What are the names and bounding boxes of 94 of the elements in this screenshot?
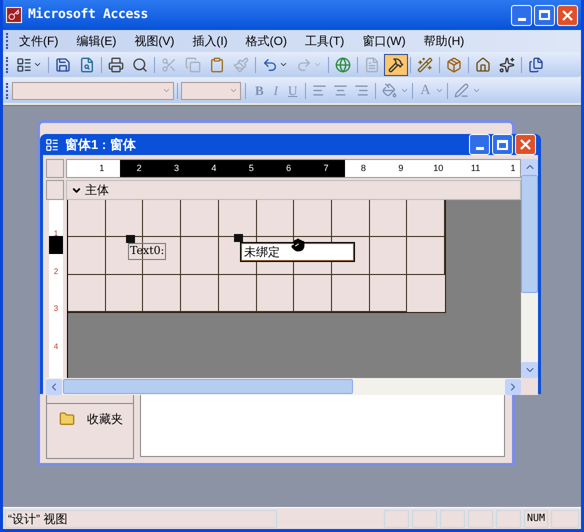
font-dropdown[interactable] xyxy=(181,82,241,100)
close-icon xyxy=(562,10,573,20)
copy-icon xyxy=(185,56,201,72)
status-panel xyxy=(440,510,465,528)
section-title: 主体 xyxy=(85,182,109,199)
save-icon xyxy=(55,56,71,72)
form-icon xyxy=(45,138,59,152)
status-panel xyxy=(384,510,409,528)
minimize-button[interactable] xyxy=(469,134,490,155)
menu-item[interactable]: 视图(V) xyxy=(127,32,182,50)
horizontal-scrollbar[interactable] xyxy=(46,378,521,395)
globe-icon xyxy=(335,56,351,72)
status-panel xyxy=(496,510,521,528)
ruler-number: 3 xyxy=(158,160,196,177)
num-lock-indicator: NUM xyxy=(524,510,548,528)
menu-item[interactable]: 帮助(H) xyxy=(416,32,472,50)
ruler-number: 5 xyxy=(232,160,270,177)
menu-item[interactable]: 窗口(W) xyxy=(355,32,413,50)
view-icon xyxy=(16,56,32,72)
wand-icon xyxy=(417,56,433,72)
hand-cursor-icon xyxy=(291,238,305,252)
maximize-button[interactable] xyxy=(534,4,555,26)
caret-icon xyxy=(162,86,171,95)
pen-icon[interactable] xyxy=(454,83,469,98)
status-panel xyxy=(551,510,579,528)
maximize-button[interactable] xyxy=(492,134,513,155)
text-box[interactable]: 未绑定 xyxy=(241,243,354,261)
ruler-number: 1 xyxy=(54,228,58,240)
ruler-number: 4 xyxy=(195,160,233,177)
close-button[interactable] xyxy=(557,4,578,26)
ruler-number: 8 xyxy=(360,162,367,175)
ruler-number: 4 xyxy=(54,340,58,352)
ruler-number: 6 xyxy=(270,160,308,177)
toolbar-grip[interactable] xyxy=(6,82,9,98)
nav-item[interactable]: 收藏夹 xyxy=(87,410,123,428)
status-panel xyxy=(468,510,493,528)
align-right-icon[interactable] xyxy=(354,83,370,98)
ruler-number: 9 xyxy=(397,162,404,175)
ruler-corner xyxy=(46,180,64,200)
ruler-number: 2 xyxy=(120,160,158,177)
brush-icon xyxy=(233,56,249,72)
minimize-button[interactable] xyxy=(511,4,532,26)
paint-bucket-icon[interactable] xyxy=(382,83,398,98)
caret-icon[interactable] xyxy=(472,86,481,95)
menu-item[interactable]: 格式(O) xyxy=(238,32,294,50)
key-icon xyxy=(6,7,22,23)
caret-icon[interactable] xyxy=(434,86,444,95)
ruler-number: 2 xyxy=(54,266,58,278)
align-center-icon[interactable] xyxy=(333,83,348,98)
toolbar-grip[interactable] xyxy=(6,56,9,72)
toolbar-grip[interactable] xyxy=(6,33,9,49)
document-icon xyxy=(364,56,380,72)
close-button[interactable] xyxy=(515,134,536,155)
undo-icon xyxy=(262,56,278,72)
ruler-number: 10 xyxy=(432,162,444,175)
ruler-number: 7 xyxy=(307,160,345,177)
close-icon xyxy=(520,139,531,150)
scroll-thumb[interactable] xyxy=(63,379,353,394)
ruler-number: 3 xyxy=(54,303,58,315)
move-handle[interactable] xyxy=(234,234,243,242)
status-panel xyxy=(412,510,437,528)
window-title: 窗体1 : 窗体 xyxy=(65,136,136,154)
printer-icon xyxy=(108,56,124,72)
caret-icon xyxy=(313,60,322,69)
status-text: “设计” 视图 xyxy=(5,510,277,528)
windows-icon xyxy=(528,56,544,72)
file-search-icon xyxy=(79,56,95,72)
ruler-number: 11 xyxy=(470,162,482,175)
scissors-icon xyxy=(161,56,177,72)
house-icon xyxy=(475,56,491,72)
scroll-thumb[interactable] xyxy=(521,175,538,293)
ruler-number: 1 xyxy=(509,162,516,175)
box-icon xyxy=(446,56,462,72)
ruler-number: 1 xyxy=(98,162,106,175)
caret-icon[interactable] xyxy=(400,86,410,95)
toolbar-button[interactable] xyxy=(384,54,408,76)
folder-icon xyxy=(59,411,75,427)
menu-item[interactable]: 文件(F) xyxy=(12,32,66,50)
menu-item[interactable]: 插入(I) xyxy=(185,32,235,50)
caret-icon xyxy=(279,60,288,69)
caret-icon xyxy=(33,60,42,69)
caret-icon xyxy=(229,86,238,95)
window-title: Microsoft Access xyxy=(28,6,148,24)
redo-icon xyxy=(296,56,312,72)
magnifier-icon xyxy=(132,56,148,72)
ruler-corner xyxy=(46,159,64,178)
menu-item[interactable]: 工具(T) xyxy=(298,32,352,50)
sparkle-icon xyxy=(499,56,515,72)
move-handle[interactable] xyxy=(126,235,135,243)
hammer-icon xyxy=(388,56,404,72)
clipboard-icon xyxy=(209,56,225,72)
vertical-scrollbar[interactable] xyxy=(521,159,538,378)
align-left-icon[interactable] xyxy=(312,83,328,98)
menu-item[interactable]: 编辑(E) xyxy=(69,32,124,50)
